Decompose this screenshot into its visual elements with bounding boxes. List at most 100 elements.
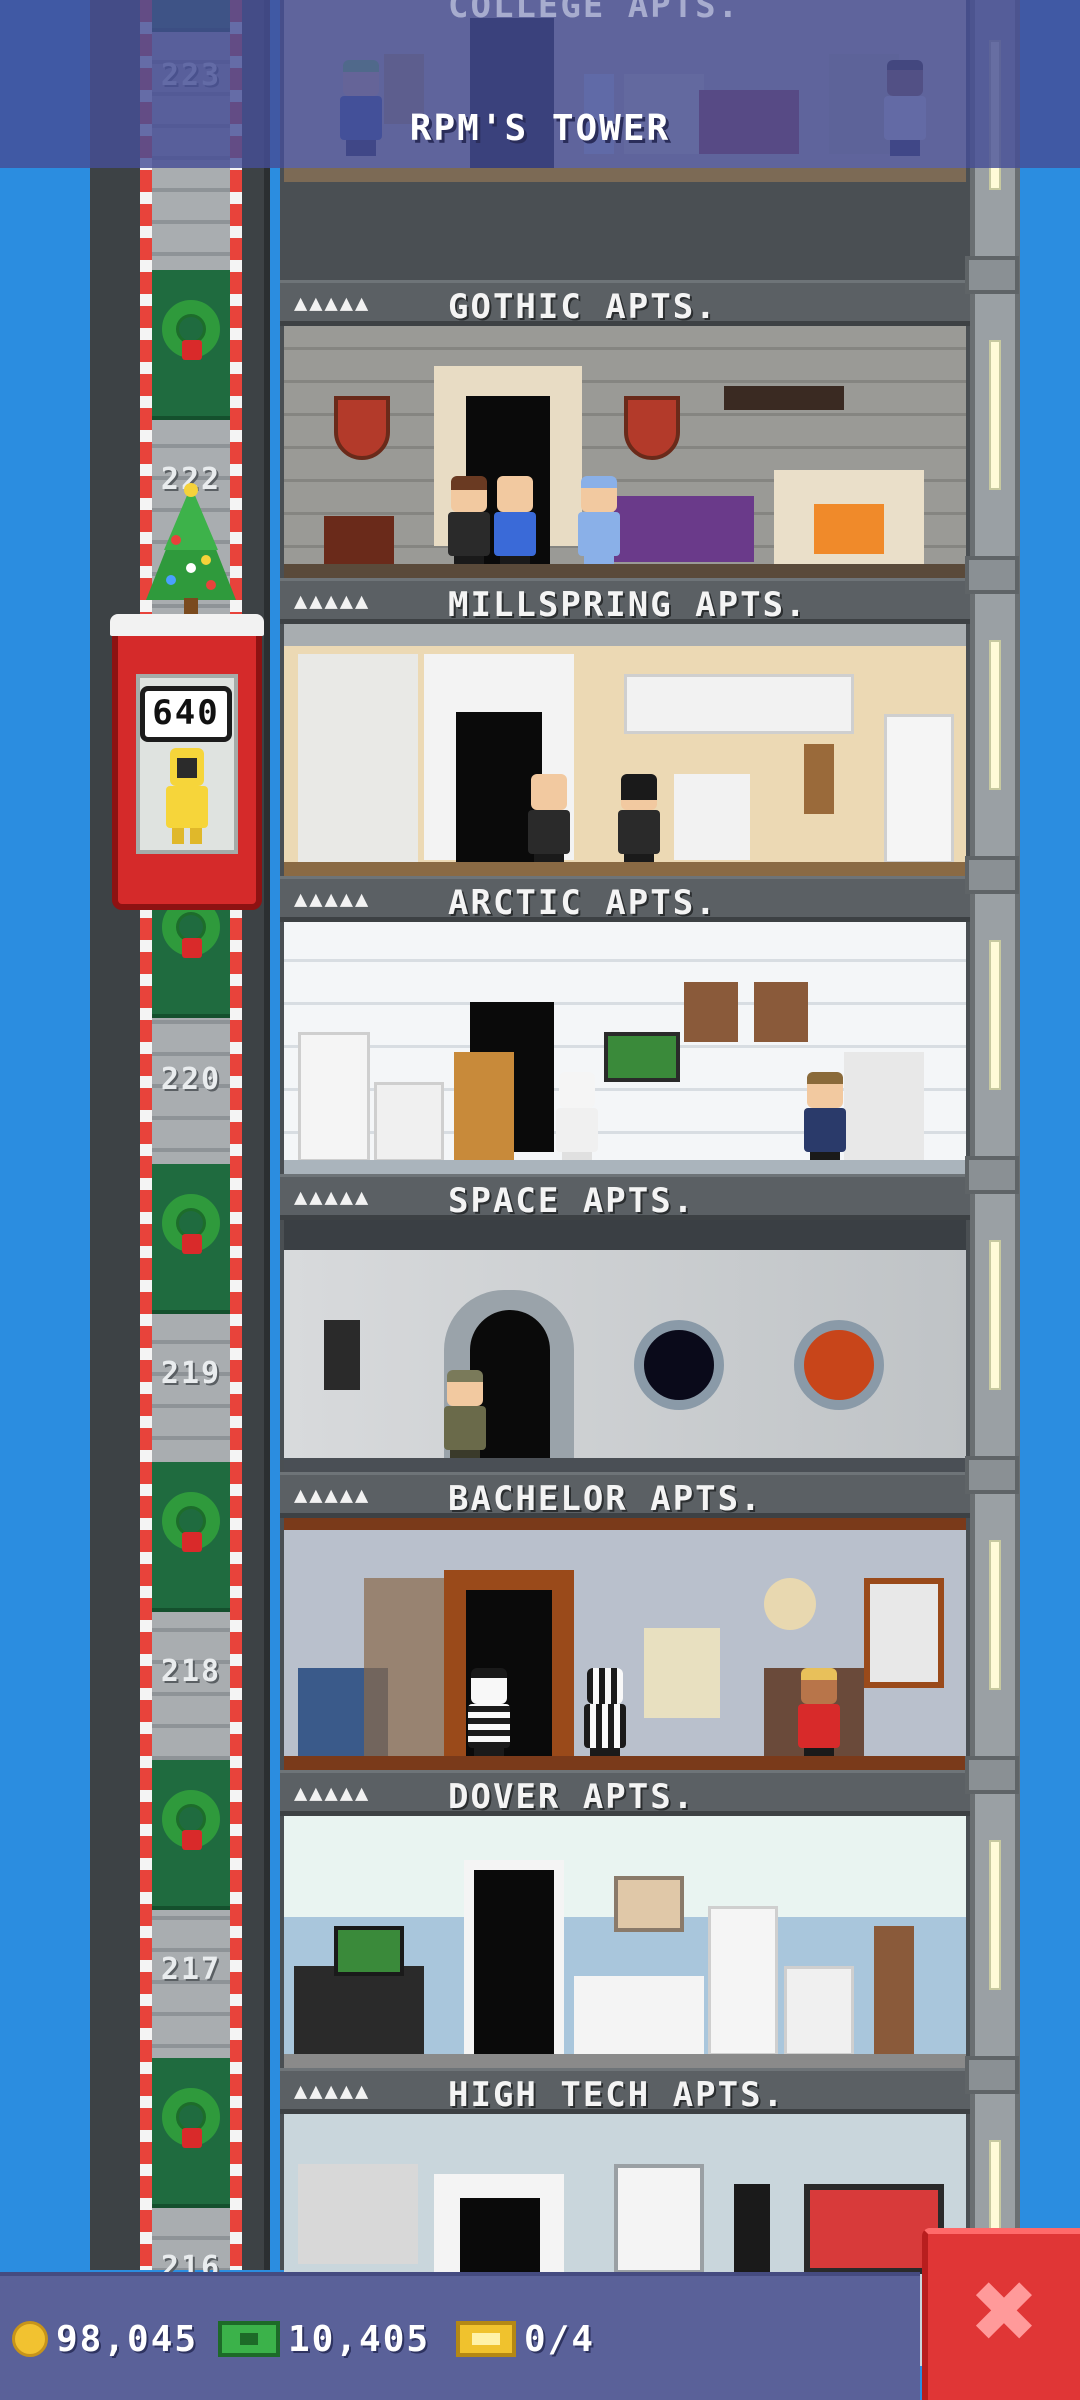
column-light bbox=[989, 940, 1001, 1090]
tower-support-column bbox=[965, 0, 1020, 2290]
tv-icon bbox=[604, 1032, 680, 1082]
resident-explorer[interactable] bbox=[440, 1370, 490, 1466]
top-title-bar: COLLEGE APTS. RPM'S TOWER bbox=[0, 0, 1080, 168]
floor-sign: ▲▲▲▲▲ GOTHIC APTS. bbox=[280, 280, 970, 327]
shaft-floor-number: 220 bbox=[160, 1062, 222, 1097]
elevator-capacity-counter: 640 bbox=[140, 686, 232, 742]
resident-hat[interactable] bbox=[800, 1072, 850, 1168]
coins-value: 98,045 bbox=[56, 2318, 199, 2360]
floor-stars: ▲▲▲▲▲ bbox=[294, 2079, 371, 2104]
shaft-floor-217: 216 bbox=[152, 1968, 230, 2285]
coin-icon bbox=[12, 2321, 48, 2357]
floor-gothic-apts[interactable]: ▲▲▲▲▲ GOTHIC APTS. bbox=[280, 280, 970, 578]
bux-value: 10,405 bbox=[288, 2318, 431, 2360]
shaft-floor-220: 220 219 bbox=[152, 1062, 230, 1391]
tower-title[interactable]: RPM'S TOWER bbox=[0, 108, 1080, 149]
resident-zebra[interactable] bbox=[580, 1668, 630, 1764]
wall-cabinet-icon bbox=[624, 674, 854, 734]
armchair-icon bbox=[844, 1052, 924, 1162]
column-bracket bbox=[965, 1756, 1019, 1794]
shaft-floor-219: 218 bbox=[152, 1372, 230, 1689]
floor-millspring-apts[interactable]: ▲▲▲▲▲ MILLSPRING APTS. bbox=[280, 578, 970, 876]
elevator-shaft: 223 222 220 219 218 217 216 bbox=[90, 0, 270, 2285]
close-button[interactable]: ✖ bbox=[922, 2228, 1080, 2400]
giraffe-icon bbox=[454, 1052, 514, 1162]
column-light bbox=[989, 1240, 1001, 1390]
shield-icon bbox=[334, 396, 390, 460]
floor-name: BACHELOR APTS. bbox=[448, 1479, 763, 1519]
control-panel-icon bbox=[324, 1320, 360, 1390]
candy-cane-rail-left bbox=[140, 0, 152, 2270]
floor-name: DOVER APTS. bbox=[448, 1777, 696, 1817]
tower-bux-icon bbox=[218, 2321, 280, 2357]
floor-stars: ▲▲▲▲▲ bbox=[294, 291, 371, 316]
plant-stand-icon bbox=[804, 744, 834, 814]
resident-burglar[interactable] bbox=[614, 774, 664, 870]
resident-bald[interactable] bbox=[524, 774, 574, 870]
column-light bbox=[989, 1540, 1001, 1690]
floor-stars: ▲▲▲▲▲ bbox=[294, 1483, 371, 1508]
tickets-stat[interactable]: 0/4 bbox=[456, 2316, 595, 2362]
chandelier-icon bbox=[724, 386, 844, 410]
floor-space-apts[interactable]: ▲▲▲▲▲ SPACE APTS. bbox=[280, 1174, 970, 1472]
floor-bachelor-apts[interactable]: ▲▲▲▲▲ BACHELOR APTS. bbox=[280, 1472, 970, 1770]
wreath-icon bbox=[162, 1194, 220, 1254]
tickets-value: 0/4 bbox=[524, 2318, 596, 2360]
elevator-car[interactable]: 640 bbox=[110, 614, 264, 910]
top-floor-name: COLLEGE APTS. bbox=[448, 0, 741, 26]
wreath-icon bbox=[162, 1492, 220, 1552]
floor-name: SPACE APTS. bbox=[448, 1181, 696, 1221]
floor-sign: ▲▲▲▲▲ MILLSPRING APTS. bbox=[280, 578, 970, 625]
wreath-icon bbox=[162, 2088, 220, 2148]
dartboard-icon bbox=[764, 1578, 816, 1630]
tv-stand-icon bbox=[294, 1966, 424, 2056]
floor-stars: ▲▲▲▲▲ bbox=[294, 1185, 371, 1210]
resident-nurse[interactable] bbox=[574, 476, 624, 572]
shelf-icon bbox=[298, 2164, 418, 2264]
column-light bbox=[989, 340, 1001, 490]
dead-plant-icon bbox=[364, 1578, 444, 1758]
resident-straw-hat[interactable] bbox=[794, 1668, 844, 1764]
bux-stat[interactable]: 10,405 bbox=[218, 2316, 430, 2362]
refrigerator-icon bbox=[298, 1032, 370, 1162]
refrigerator-icon bbox=[708, 1906, 778, 2056]
christmas-tree-icon bbox=[146, 483, 236, 614]
coins-stat[interactable]: 98,045 bbox=[12, 2316, 198, 2362]
candy-cane-rail-right bbox=[230, 0, 242, 2270]
computer-icon bbox=[644, 1628, 720, 1718]
column-light bbox=[989, 640, 1001, 790]
room-millspring-interior bbox=[284, 624, 966, 876]
room-dover-interior bbox=[284, 1816, 966, 2068]
resident-mime[interactable] bbox=[464, 1668, 514, 1764]
floor-stars: ▲▲▲▲▲ bbox=[294, 1781, 371, 1806]
tower-building: ▲▲▲▲▲ GOTHIC APTS. ▲▲▲▲▲ MILLSPRING APTS… bbox=[280, 0, 1020, 2366]
column-light bbox=[989, 1840, 1001, 1990]
cabinet-shelf-icon bbox=[298, 654, 418, 864]
floor-dover-apts[interactable]: ▲▲▲▲▲ DOVER APTS. bbox=[280, 1770, 970, 2068]
refrigerator-icon bbox=[884, 714, 954, 864]
wreath-icon bbox=[162, 1790, 220, 1850]
window-icon bbox=[614, 2164, 704, 2274]
floor-name: HIGH TECH APTS. bbox=[448, 2075, 786, 2115]
column-bracket bbox=[965, 2056, 1019, 2094]
room-space-interior bbox=[284, 1220, 966, 1472]
resident-sunglasses[interactable] bbox=[490, 476, 540, 572]
room-arctic-interior bbox=[284, 922, 966, 1174]
sofa-icon bbox=[614, 496, 754, 562]
ceiling-trim bbox=[284, 624, 966, 646]
shield-icon bbox=[624, 396, 680, 460]
elevator-rider-icon bbox=[166, 748, 208, 844]
tv-icon bbox=[334, 1926, 404, 1976]
column-bracket bbox=[965, 556, 1019, 594]
stove-icon bbox=[374, 1082, 444, 1162]
floor-name: GOTHIC APTS. bbox=[448, 287, 718, 327]
ticket-icon bbox=[456, 2321, 516, 2357]
plant-stand-icon bbox=[874, 1926, 914, 2056]
counter-icon bbox=[574, 1976, 704, 2056]
floor-sign: ▲▲▲▲▲ HIGH TECH APTS. bbox=[280, 2068, 970, 2115]
floor-arctic-apts[interactable]: ▲▲▲▲▲ ARCTIC APTS. bbox=[280, 876, 970, 1174]
porthole-stars-icon bbox=[634, 1320, 724, 1410]
fire-icon bbox=[814, 504, 884, 554]
resident-stormtrooper[interactable] bbox=[552, 1072, 602, 1168]
resident-brunette[interactable] bbox=[444, 476, 494, 572]
